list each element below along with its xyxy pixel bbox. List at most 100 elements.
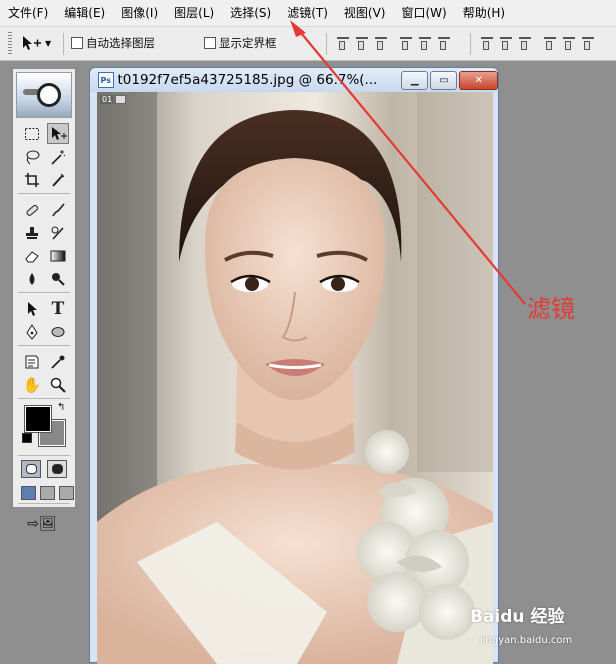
options-separator [63,33,64,55]
menu-file[interactable]: 文件(F) [0,0,56,26]
zoom-tool-icon[interactable] [47,374,69,395]
toolbox-separator [18,345,70,346]
menu-window[interactable]: 窗口(W) [393,0,454,26]
auto-select-layer-checkbox[interactable]: 自动选择图层 [71,35,155,51]
swap-colors-icon[interactable]: ↰ [57,402,65,413]
hand-tool-icon[interactable]: ✋ [21,374,43,395]
menu-layer[interactable]: 图层(L) [166,0,222,26]
menu-bar: 文件(F) 编辑(E) 图像(I) 图层(L) 选择(S) 滤镜(T) 视图(V… [0,0,616,27]
menu-select[interactable]: 选择(S) [222,0,279,26]
align-right-edges-icon[interactable] [437,35,451,50]
tool-grid-paint [13,197,75,289]
move-tool-icon [23,36,41,50]
align-left-edges-icon[interactable] [399,35,413,50]
healing-brush-icon[interactable] [21,199,43,220]
tool-preset-picker[interactable]: ▼ [20,32,58,54]
screen-mode-row [21,486,75,500]
distribute-bottom-icon[interactable] [518,35,532,50]
toolbox-separator [18,455,70,456]
magic-wand-icon[interactable] [47,146,69,167]
layer-indicator: 01 [100,95,115,104]
standard-screen-mode-button[interactable] [21,486,36,500]
maximize-button[interactable]: ▭ [430,70,458,90]
full-screen-mode-button[interactable] [59,486,74,500]
gradient-tool-icon[interactable] [47,245,69,266]
distribute-left-icon[interactable] [543,35,557,50]
close-icon: ✕ [474,74,483,86]
marquee-tool-icon[interactable] [21,123,43,144]
move-tool-icon[interactable] [47,123,69,144]
tool-grid-vector: T [13,296,75,342]
clone-stamp-icon[interactable] [21,222,43,243]
document-titlebar[interactable]: Ps t0192f7ef5a43725185.jpg @ 66.7%(... ▁… [90,68,498,92]
align-horizontal-centers-icon[interactable] [418,35,432,50]
foreground-color-swatch[interactable] [24,405,52,433]
toolbox-separator [18,503,70,504]
pen-tool-icon[interactable] [21,321,43,342]
options-bar: ▼ 自动选择图层 显示定界框 [0,27,616,61]
default-colors-icon[interactable] [22,433,32,443]
distribute-hcenter-icon[interactable] [562,35,576,50]
options-separator [470,33,471,55]
baidu-watermark-url: jingyan.baidu.com [480,635,573,646]
document-title: t0192f7ef5a43725185.jpg @ 66.7%(... [117,72,378,88]
jump-to-imageready-icon[interactable]: ⇨🖼 [21,514,63,534]
document-icon: Ps [98,72,114,88]
menu-view[interactable]: 视图(V) [336,0,394,26]
dodge-tool-icon[interactable] [47,268,69,289]
quick-mask-mode-button[interactable] [47,460,67,478]
options-separator [326,33,327,55]
slice-tool-icon[interactable] [47,169,69,190]
toolbox-separator [18,398,70,399]
tool-grid-misc: ✋ [13,349,75,395]
image-canvas[interactable]: 01 [97,92,493,664]
maximize-icon: ▭ [439,74,449,86]
shape-tool-icon[interactable] [47,321,69,342]
eyedropper-icon[interactable] [47,351,69,372]
options-grip[interactable] [8,32,12,54]
distribute-right-icon[interactable] [581,35,595,50]
eye-logo-icon [37,83,61,107]
menu-image[interactable]: 图像(I) [113,0,166,26]
crop-tool-icon[interactable] [21,169,43,190]
history-brush-icon[interactable] [47,222,69,243]
toolbox-logo[interactable] [16,72,72,118]
auto-select-layer-label: 自动选择图层 [86,36,155,50]
path-selection-icon[interactable] [21,298,43,319]
notes-tool-icon[interactable] [21,351,43,372]
annotation-label: 滤镜 [527,295,575,323]
checkbox-box[interactable] [71,37,83,49]
close-button[interactable]: ✕ [459,70,498,90]
distribute-vcenter-icon[interactable] [499,35,513,50]
toolbox-separator [18,292,70,293]
tool-grid [13,121,75,190]
align-buttons-group [336,35,451,50]
baidu-watermark: Baidu 经验 [470,607,565,627]
distribute-buttons-group [480,35,595,50]
eraser-tool-icon[interactable] [21,245,43,266]
align-bottom-edges-icon[interactable] [374,35,388,50]
align-top-edges-icon[interactable] [336,35,350,50]
lasso-tool-icon[interactable] [21,146,43,167]
show-bounding-box-checkbox[interactable]: 显示定界框 [204,35,277,51]
chevron-down-icon: ▼ [45,38,52,48]
menu-edit[interactable]: 编辑(E) [56,0,113,26]
standard-mode-button[interactable] [21,460,41,478]
brush-tool-icon[interactable] [47,199,69,220]
toolbox-panel: T ✋ ↰ ⇨🖼 [12,68,76,532]
minimize-button[interactable]: ▁ [401,70,429,90]
layer-mask-icon [115,95,126,104]
checkbox-box[interactable] [204,37,216,49]
type-tool-icon[interactable]: T [47,298,69,319]
blur-tool-icon[interactable] [21,268,43,289]
edit-mode-row [21,460,75,478]
color-swatches: ↰ [21,402,75,452]
menu-help[interactable]: 帮助(H) [455,0,513,26]
portrait-photo [97,92,493,664]
toolbox-separator [18,193,70,194]
show-bounding-box-label: 显示定界框 [219,36,277,50]
full-screen-menu-mode-button[interactable] [40,486,55,500]
menu-filter[interactable]: 滤镜(T) [279,0,336,26]
align-vertical-centers-icon[interactable] [355,35,369,50]
distribute-top-icon[interactable] [480,35,494,50]
